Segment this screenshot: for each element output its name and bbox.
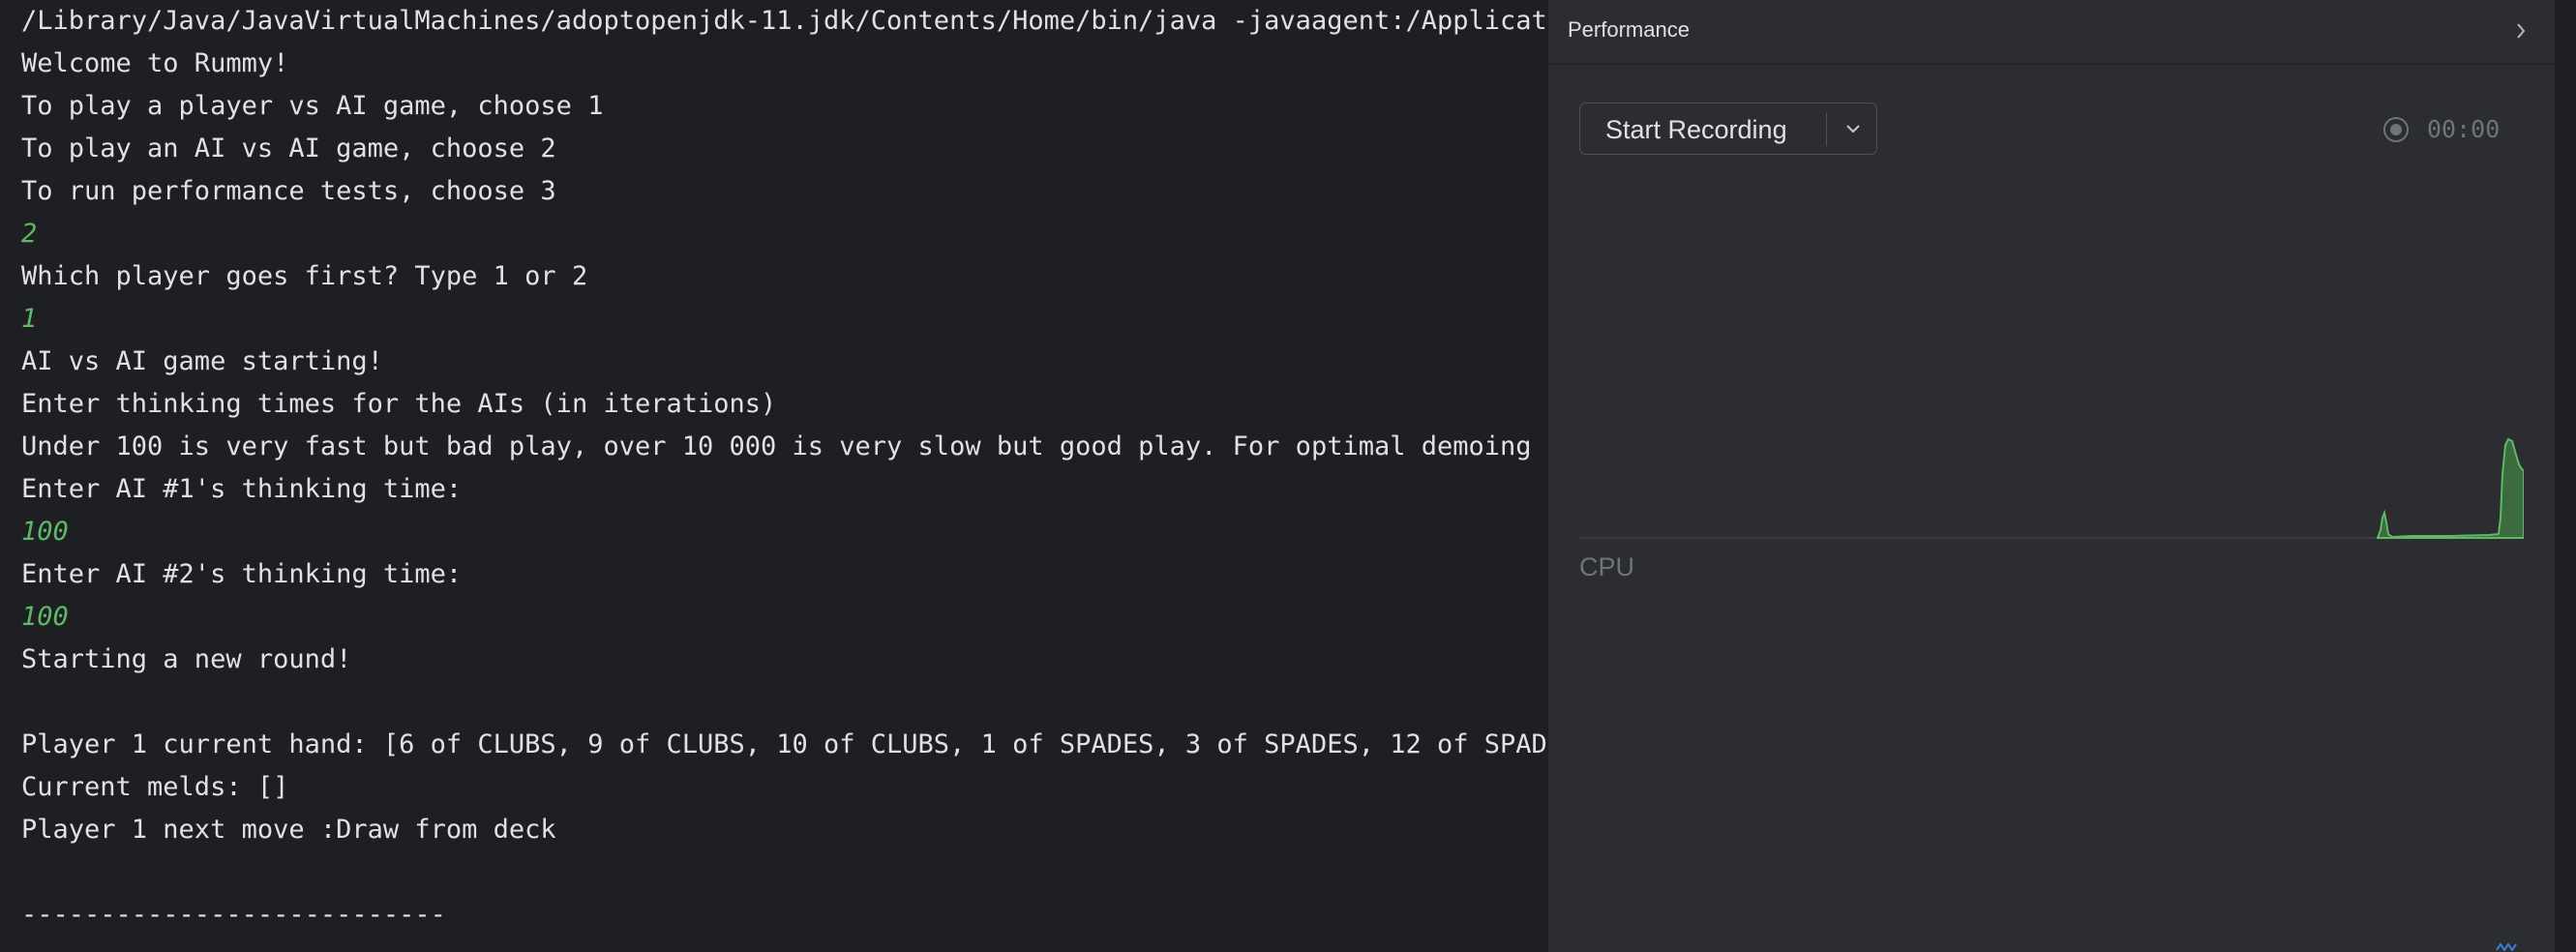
console-output-line: Enter AI #1's thinking time: — [21, 474, 463, 504]
console-output-line: To run performance tests, choose 3 — [21, 176, 556, 206]
console-output-line: Enter AI #2's thinking time: — [21, 559, 463, 589]
cpu-label: CPU — [1579, 552, 1635, 581]
console-input-line: 100 — [21, 602, 69, 632]
right-tool-strip — [2555, 0, 2576, 952]
resize-grip-icon[interactable] — [2495, 938, 2518, 952]
console-output-line: Welcome to Rummy! — [21, 48, 289, 78]
performance-panel: Performance Start Recording 00:00 CPU — [1548, 0, 2555, 952]
cpu-usage-area — [2376, 437, 2524, 539]
console-output-line: Current melds: [] — [21, 772, 289, 802]
console-output-line: AI vs AI game starting! — [21, 346, 383, 376]
console-output-line: Enter thinking times for the AIs (in ite… — [21, 389, 777, 419]
button-divider — [1826, 113, 1827, 146]
console-output-line: Under 100 is very fast but bad play, ove… — [21, 431, 1548, 461]
start-recording-label: Start Recording — [1605, 115, 1787, 144]
recording-timer: 00:00 — [2427, 115, 2501, 143]
start-recording-button[interactable]: Start Recording — [1579, 103, 1877, 155]
console-output-line: /Library/Java/JavaVirtualMachines/adopto… — [21, 6, 1548, 36]
console-output-line: --------------------------- — [21, 900, 446, 930]
chevron-right-icon[interactable] — [2506, 16, 2535, 45]
panel-title: Performance — [1568, 17, 1690, 42]
chevron-down-icon[interactable] — [1828, 104, 1878, 154]
console-input-line: 2 — [21, 219, 38, 249]
console-output-line: To play an AI vs AI game, choose 2 — [21, 134, 556, 164]
console-output-line: Player 1 current hand: [6 of CLUBS, 9 of… — [21, 729, 1548, 759]
console-input-line: 100 — [21, 517, 69, 547]
console-output-line: Which player goes first? Type 1 or 2 — [21, 261, 588, 291]
cpu-chart — [1579, 437, 2524, 539]
performance-header: Performance — [1548, 0, 2555, 65]
console-input-line: 1 — [21, 304, 38, 334]
console-output-line: To play a player vs AI game, choose 1 — [21, 91, 604, 121]
console-output[interactable]: /Library/Java/JavaVirtualMachines/adopto… — [0, 0, 1548, 952]
console-output-line: Starting a new round! — [21, 644, 352, 674]
console-output-line: Player 1 next move :Draw from deck — [21, 815, 556, 845]
record-indicator-icon — [2382, 116, 2410, 143]
